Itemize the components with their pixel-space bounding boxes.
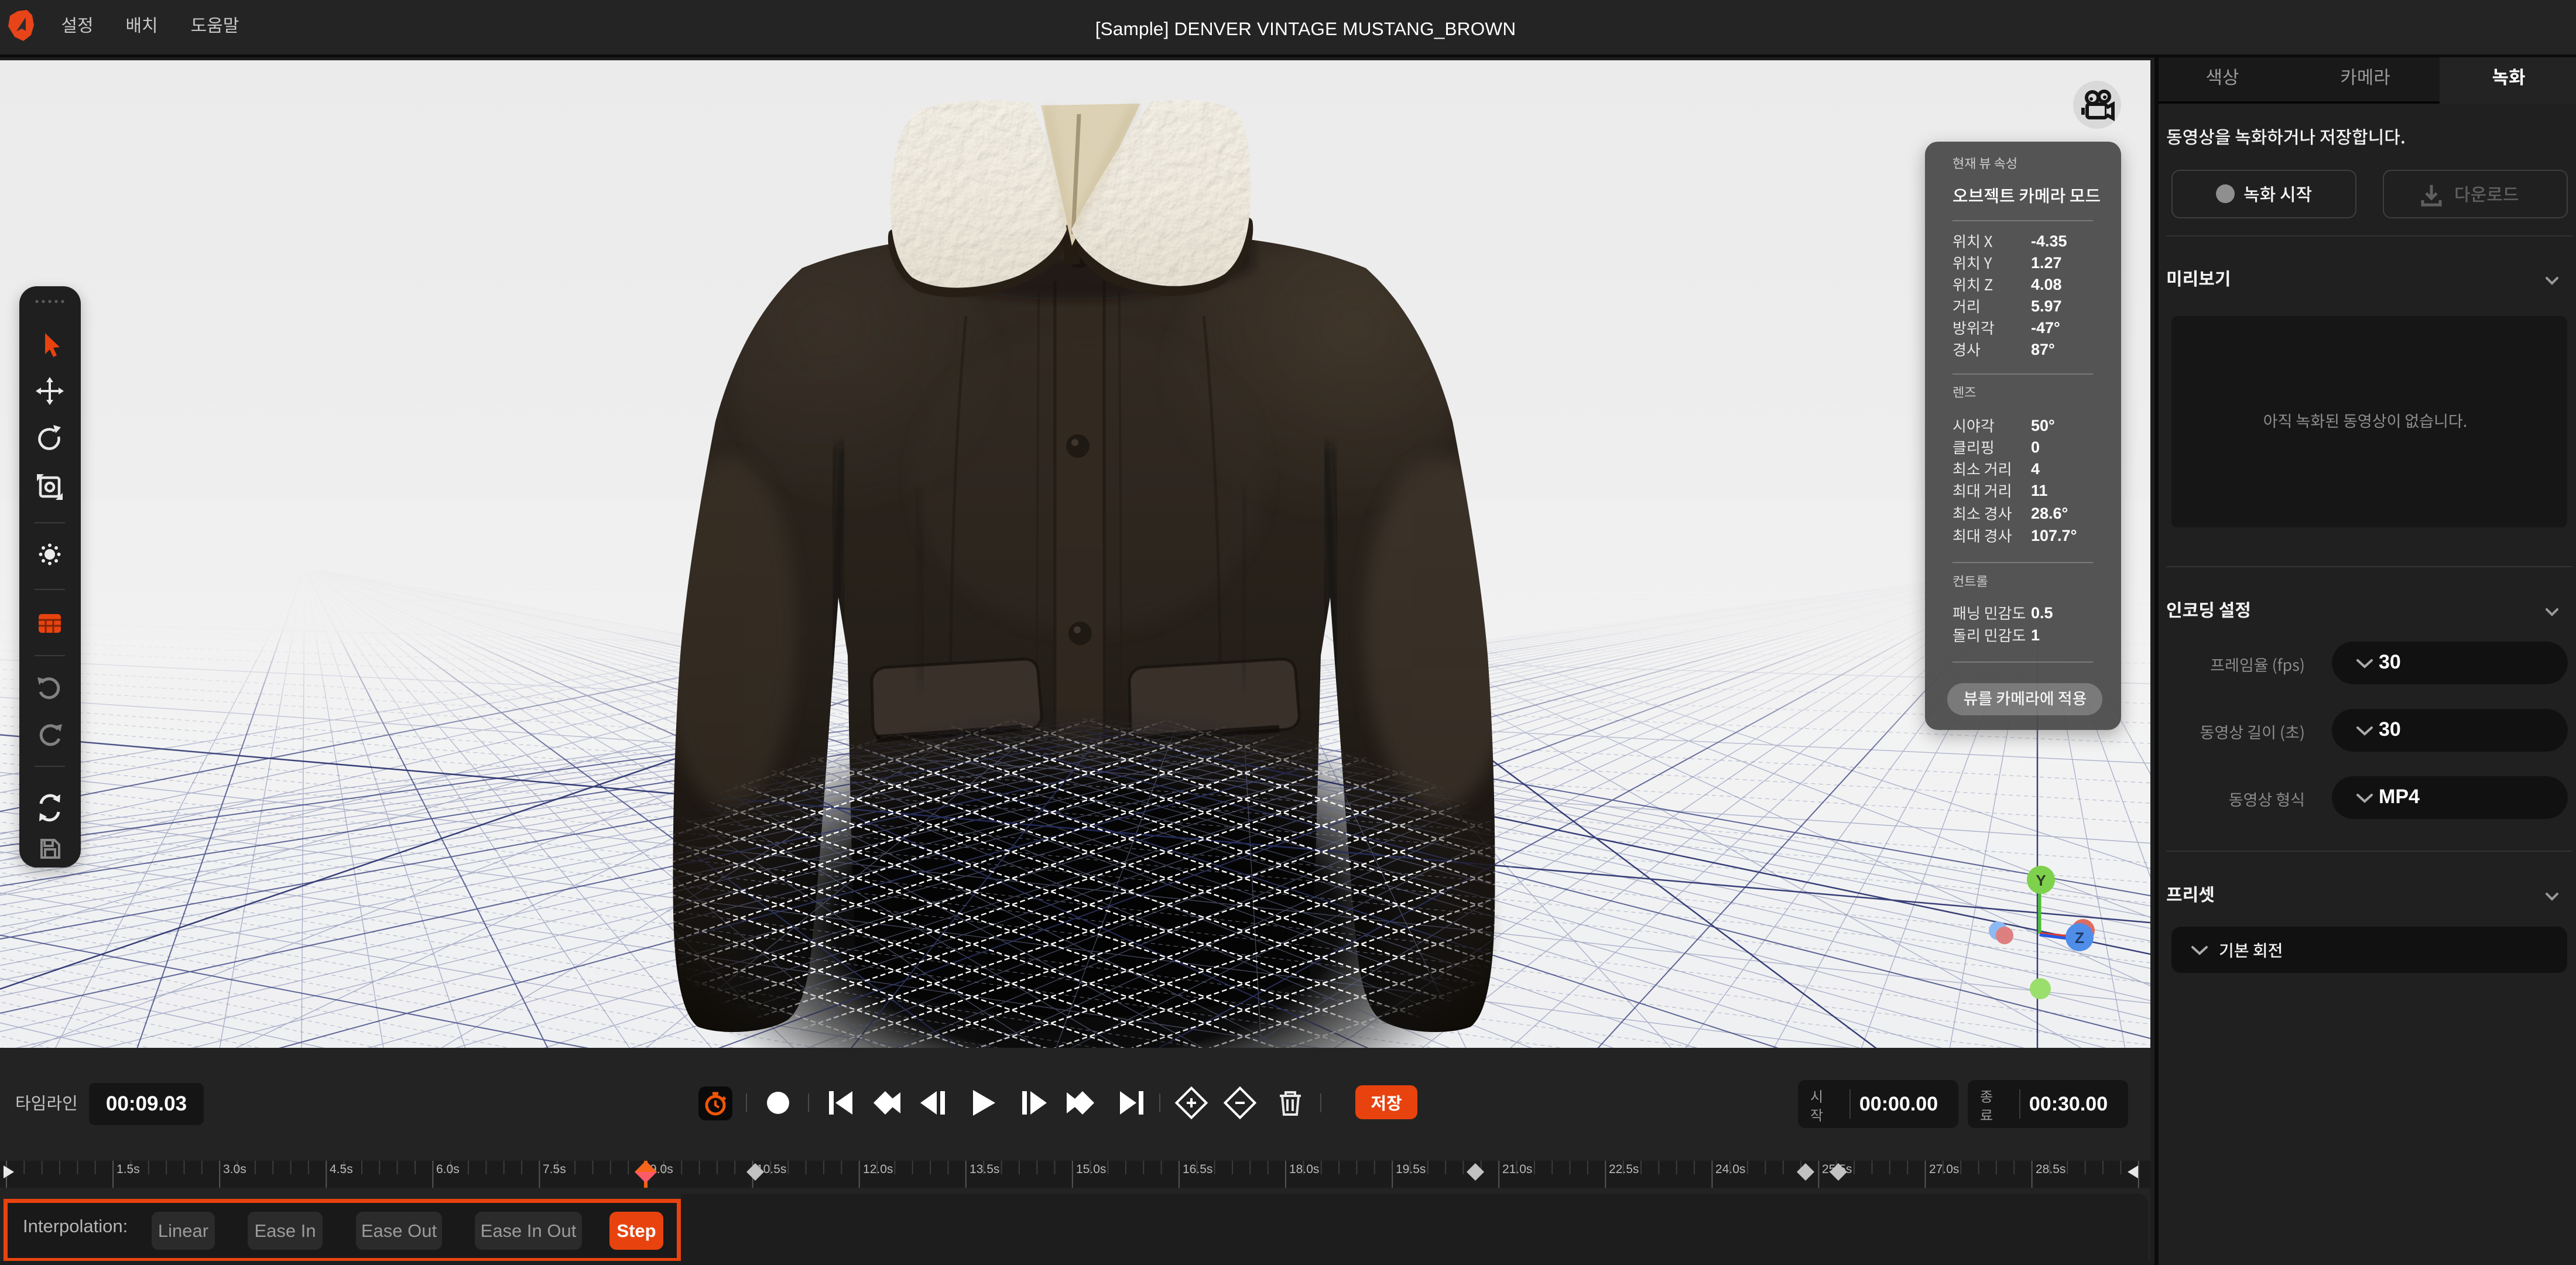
svg-text:Z: Z — [2075, 929, 2084, 947]
svg-text:24.0s: 24.0s — [1715, 1163, 1745, 1176]
svg-text:28.5s: 28.5s — [2036, 1163, 2065, 1176]
svg-text:12.0s: 12.0s — [863, 1163, 893, 1176]
svg-text:6.0s: 6.0s — [436, 1163, 460, 1176]
svg-text:13.5s: 13.5s — [970, 1163, 999, 1176]
svg-text:Y: Y — [2036, 872, 2046, 889]
svg-text:21.0s: 21.0s — [1502, 1163, 1532, 1176]
svg-text:4.5s: 4.5s — [330, 1163, 353, 1176]
svg-text:3.0s: 3.0s — [223, 1163, 246, 1176]
svg-text:18.0s: 18.0s — [1289, 1163, 1319, 1176]
svg-text:19.5s: 19.5s — [1396, 1163, 1426, 1176]
svg-text:22.5s: 22.5s — [1609, 1163, 1639, 1176]
svg-text:7.5s: 7.5s — [543, 1163, 566, 1176]
svg-text:16.5s: 16.5s — [1183, 1163, 1212, 1176]
svg-text:15.0s: 15.0s — [1076, 1163, 1106, 1176]
svg-text:27.0s: 27.0s — [1929, 1163, 1959, 1176]
svg-text:1.5s: 1.5s — [117, 1163, 140, 1176]
